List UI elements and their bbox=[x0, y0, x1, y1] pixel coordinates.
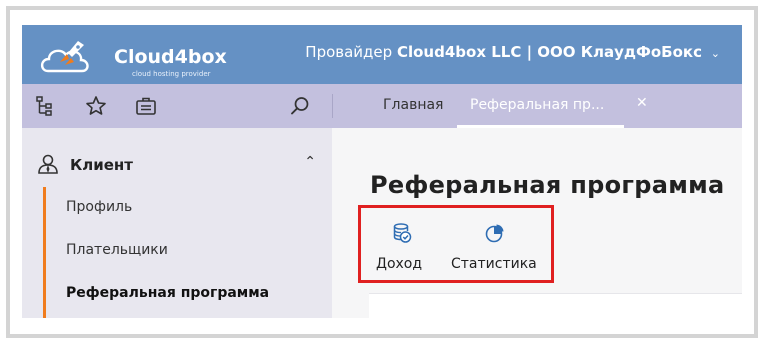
sidebar-section-client[interactable]: Клиент ⌃ bbox=[36, 152, 316, 178]
sidebar-active-bar bbox=[43, 187, 46, 318]
sidebar-item-profile[interactable]: Профиль bbox=[66, 199, 132, 215]
toolbar-divider bbox=[332, 94, 333, 118]
search-icon[interactable] bbox=[288, 94, 312, 118]
hierarchy-icon[interactable] bbox=[34, 94, 58, 118]
sidebar-item-referral-program[interactable]: Реферальная программа bbox=[66, 285, 269, 301]
income-button-label: Доход bbox=[376, 256, 423, 272]
briefcase-icon[interactable] bbox=[134, 94, 158, 118]
logo-tagline: cloud hosting provider bbox=[132, 70, 211, 78]
provider-prefix: Провайдер bbox=[305, 43, 393, 61]
provider-selector[interactable]: Провайдер Cloud4box LLC | ООО КлаудФоБок… bbox=[305, 43, 720, 61]
toolbar: Главная Реферальная пр... ✕ bbox=[22, 84, 742, 128]
chevron-down-icon: ⌄ bbox=[710, 47, 720, 60]
page-title: Реферальная программа bbox=[370, 171, 725, 199]
statistics-button[interactable]: Статистика bbox=[441, 208, 551, 280]
income-button[interactable]: Доход bbox=[361, 208, 441, 280]
close-icon[interactable]: ✕ bbox=[636, 95, 648, 111]
content-panel bbox=[369, 293, 742, 318]
main-content: Реферальная программа Доход Статистика bbox=[332, 128, 742, 318]
chevron-up-icon[interactable]: ⌃ bbox=[304, 154, 316, 170]
cloud-rocket-logo-icon bbox=[40, 41, 89, 73]
action-buttons-highlight: Доход Статистика bbox=[358, 205, 554, 283]
tab-referral-program[interactable]: Реферальная пр... bbox=[470, 97, 604, 113]
pie-chart-icon bbox=[485, 224, 504, 243]
statistics-button-label: Статистика bbox=[451, 256, 537, 272]
provider-name: Cloud4box LLC | ООО КлаудФоБокс bbox=[396, 43, 702, 61]
sidebar-item-payers[interactable]: Плательщики bbox=[66, 242, 168, 258]
coins-icon bbox=[393, 223, 412, 243]
user-icon bbox=[38, 154, 58, 174]
star-icon[interactable] bbox=[84, 94, 108, 118]
app-window: Cloud4box cloud hosting provider Провайд… bbox=[22, 25, 742, 318]
top-header: Cloud4box cloud hosting provider Провайд… bbox=[22, 25, 742, 84]
logo[interactable]: Cloud4box cloud hosting provider bbox=[38, 35, 227, 79]
logo-name: Cloud4box bbox=[114, 46, 227, 68]
tab-home[interactable]: Главная bbox=[383, 97, 443, 113]
sidebar: Клиент ⌃ Профиль Плательщики Реферальная… bbox=[22, 128, 332, 318]
sidebar-section-label: Клиент bbox=[70, 156, 133, 174]
